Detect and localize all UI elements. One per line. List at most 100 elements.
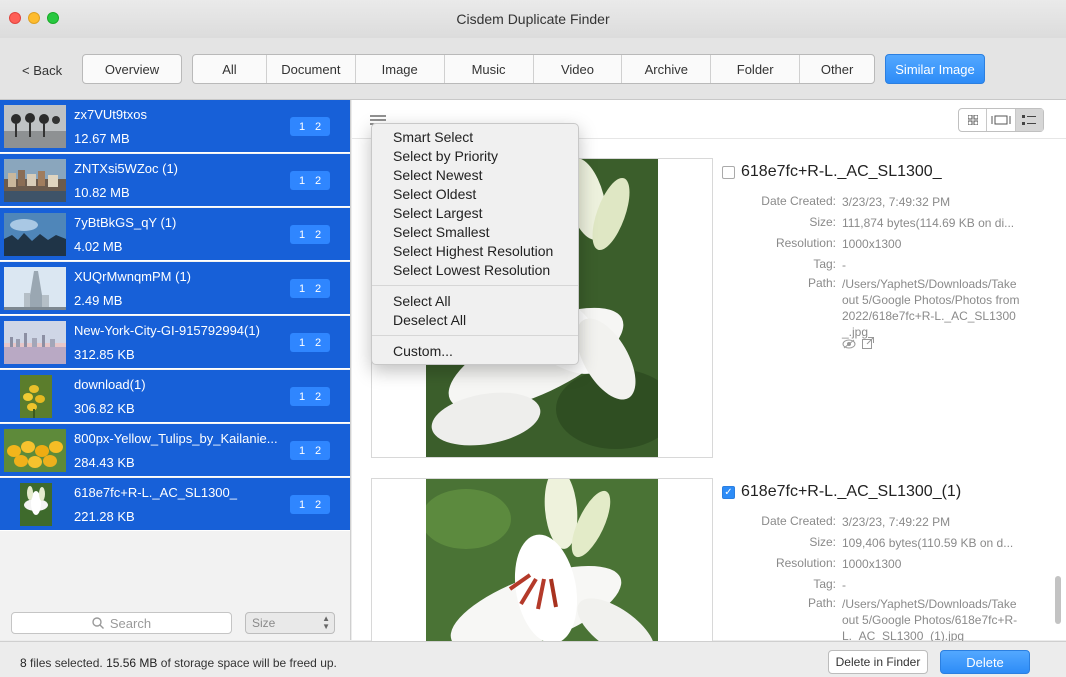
group-thumbnail — [4, 267, 66, 310]
date-value: 3/23/23, 7:49:22 PM — [842, 515, 951, 529]
status-text: 8 files selected. 15.56 MB of storage sp… — [20, 656, 337, 670]
delete-button[interactable]: Delete — [940, 650, 1030, 674]
group-thumbnail — [4, 159, 66, 202]
group-size: 12.67 MB — [74, 131, 130, 146]
group-list: zx7VUt9txos 12.67 MB 12 ZNTXsi5WZoc (1) … — [0, 100, 351, 640]
group-count-badge: 12 — [290, 225, 330, 244]
path-value: /Users/YaphetS/Downloads/Takeout 5/Googl… — [842, 277, 1020, 339]
file-actions — [842, 337, 874, 352]
list-view-icon[interactable] — [1015, 109, 1043, 131]
group-name: 800px-Yellow_Tulips_by_Kailanie... — [74, 431, 278, 446]
lily-photo — [426, 479, 658, 647]
menu-item-custom[interactable]: Custom... — [372, 342, 578, 361]
menu-item-select-oldest[interactable]: Select Oldest — [372, 185, 578, 204]
menu-item-select-by-priority[interactable]: Select by Priority — [372, 147, 578, 166]
back-button[interactable]: < Back — [22, 63, 62, 78]
tag-value: - — [842, 258, 846, 272]
title-bar: Cisdem Duplicate Finder — [0, 0, 1066, 38]
date-label: Date Created: — [761, 514, 836, 528]
similar-image-button[interactable]: Similar Image — [885, 54, 985, 84]
group-name: download(1) — [74, 377, 146, 392]
group-row[interactable]: XUQrMwnqmPM (1) 2.49 MB 12 — [0, 262, 350, 315]
group-name: zx7VUt9txos — [74, 107, 147, 122]
file-checkbox[interactable] — [722, 165, 735, 179]
eye-icon[interactable] — [842, 337, 856, 352]
date-value: 3/23/23, 7:49:32 PM — [842, 195, 951, 209]
group-name: 7yBtBkGS_qY (1) — [74, 215, 177, 230]
tab-document[interactable]: Document — [267, 55, 356, 83]
group-row[interactable]: ZNTXsi5WZoc (1) 10.82 MB 12 — [0, 154, 350, 207]
menu-separator — [372, 335, 578, 336]
tab-video[interactable]: Video — [534, 55, 623, 83]
group-size: 4.02 MB — [74, 239, 123, 254]
tab-music[interactable]: Music — [445, 55, 534, 83]
scrollbar-thumb[interactable] — [1055, 576, 1061, 624]
open-external-icon[interactable] — [862, 337, 874, 352]
app-window: Cisdem Duplicate Finder < Back Overview … — [0, 0, 1066, 677]
menu-item-deselect-all[interactable]: Deselect All — [372, 311, 578, 330]
file-type-tabs: All Document Image Music Video Archive F… — [192, 54, 875, 84]
search-icon — [92, 617, 104, 629]
group-count-badge: 12 — [290, 279, 330, 298]
path-value: /Users/YaphetS/Downloads/Takeout 5/Googl… — [842, 597, 1018, 643]
overview-button[interactable]: Overview — [82, 54, 182, 84]
group-row[interactable]: zx7VUt9txos 12.67 MB 12 — [0, 100, 350, 153]
group-count-badge: 12 — [290, 387, 330, 406]
path-label: Path: — [807, 276, 836, 290]
resolution-label: Resolution: — [775, 236, 836, 250]
group-row[interactable]: 800px-Yellow_Tulips_by_Kailanie... 284.4… — [0, 424, 350, 477]
tab-other[interactable]: Other — [800, 55, 874, 83]
menu-item-select-lowest-resolution[interactable]: Select Lowest Resolution — [372, 261, 578, 280]
file-preview[interactable] — [371, 478, 713, 648]
group-thumbnail — [4, 429, 66, 472]
group-row[interactable]: 7yBtBkGS_qY (1) 4.02 MB 12 — [0, 208, 350, 261]
smart-select-menu: Smart Select Select by Priority Select N… — [371, 123, 579, 365]
file-checkbox-checked[interactable]: ✓ — [722, 485, 735, 499]
stepper-arrows-icon: ▲ ▼ — [322, 614, 330, 631]
group-count-badge: 12 — [290, 333, 330, 352]
resolution-value: 1000x1300 — [842, 557, 902, 571]
group-thumbnail — [4, 375, 66, 418]
group-thumbnail — [4, 105, 66, 148]
menu-item-select-newest[interactable]: Select Newest — [372, 166, 578, 185]
group-size: 306.82 KB — [74, 401, 135, 416]
group-row[interactable]: download(1) 306.82 KB 12 — [0, 370, 350, 423]
size-value: 111,874 bytes(114.69 KB on di... — [842, 216, 1015, 230]
menu-item-select-highest-resolution[interactable]: Select Highest Resolution — [372, 242, 578, 261]
tab-image[interactable]: Image — [356, 55, 445, 83]
size-value: 109,406 bytes(110.59 KB on d... — [842, 536, 1014, 550]
group-size: 312.85 KB — [74, 347, 135, 362]
group-row[interactable]: 618e7fc+R-L._AC_SL1300_ 221.28 KB 12 — [0, 478, 350, 531]
group-thumbnail — [4, 483, 66, 526]
resolution-label: Resolution: — [775, 556, 836, 570]
resolution-value: 1000x1300 — [842, 237, 902, 251]
tag-label: Tag: — [813, 577, 836, 591]
group-row[interactable]: New-York-City-GI-915792994(1) 312.85 KB … — [0, 316, 350, 369]
tag-value: - — [842, 578, 846, 592]
menu-item-select-smallest[interactable]: Select Smallest — [372, 223, 578, 242]
menu-item-smart-select[interactable]: Smart Select — [372, 128, 578, 147]
gallery-view-icon[interactable] — [987, 109, 1016, 131]
tag-label: Tag: — [813, 257, 836, 271]
group-name: ZNTXsi5WZoc (1) — [74, 161, 178, 176]
sort-select[interactable]: Size ▲ ▼ — [245, 612, 335, 634]
window-title: Cisdem Duplicate Finder — [456, 11, 610, 27]
group-thumbnail — [4, 321, 66, 364]
sort-value: Size — [252, 616, 276, 630]
group-size: 284.43 KB — [74, 455, 135, 470]
tab-folder[interactable]: Folder — [711, 55, 801, 83]
file-name: 618e7fc+R-L._AC_SL1300_ — [741, 163, 942, 180]
delete-in-finder-button[interactable]: Delete in Finder — [828, 650, 928, 674]
view-mode-switcher — [958, 108, 1044, 132]
grid-view-icon[interactable] — [959, 109, 988, 131]
menu-item-select-all[interactable]: Select All — [372, 292, 578, 311]
search-input[interactable]: Search — [11, 612, 232, 634]
menu-separator — [372, 285, 578, 286]
group-name: New-York-City-GI-915792994(1) — [74, 323, 260, 338]
menu-item-select-largest[interactable]: Select Largest — [372, 204, 578, 223]
date-label: Date Created: — [761, 194, 836, 208]
path-label: Path: — [807, 596, 836, 610]
group-name: 618e7fc+R-L._AC_SL1300_ — [74, 485, 237, 500]
tab-all[interactable]: All — [193, 55, 267, 83]
tab-archive[interactable]: Archive — [622, 55, 712, 83]
